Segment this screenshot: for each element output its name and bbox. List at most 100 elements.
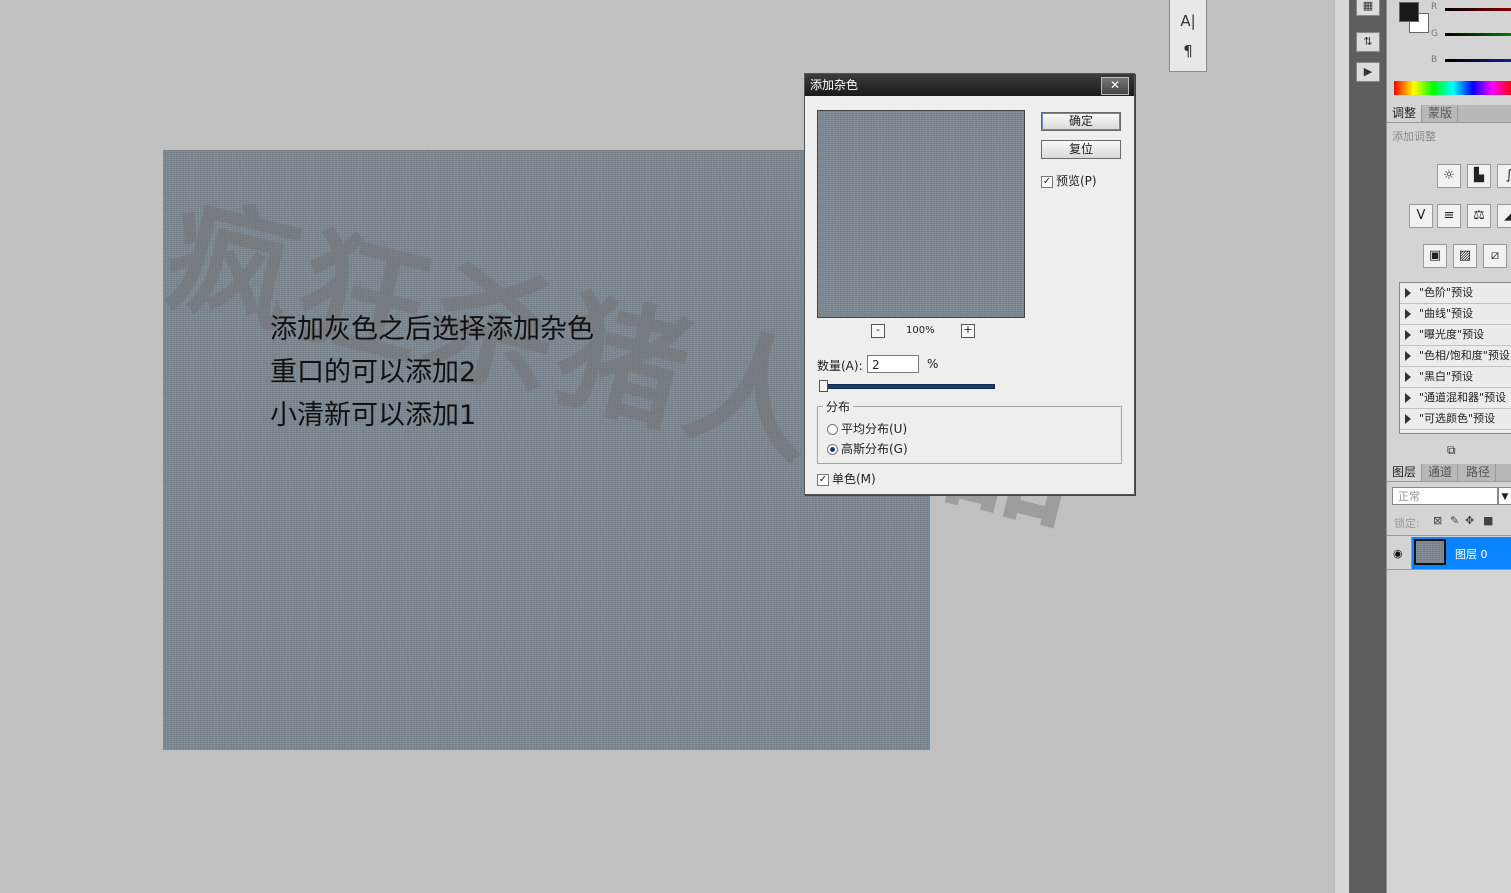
expand-icon — [1405, 414, 1411, 424]
zoom-out-button[interactable]: - — [871, 324, 885, 338]
chevron-down-icon[interactable]: ▼ — [1498, 487, 1511, 505]
channel-r-label: R — [1431, 2, 1438, 12]
amount-unit: % — [927, 357, 939, 371]
divider — [1387, 535, 1511, 536]
vibrance-icon[interactable]: V — [1409, 204, 1433, 228]
layer-row[interactable]: ◉ 图层 0 — [1387, 537, 1511, 569]
histogram-icon[interactable]: ▦ — [1356, 0, 1380, 16]
tab-paths[interactable]: 路径 — [1461, 464, 1497, 481]
expand-view-icon[interactable]: ⧉ — [1447, 443, 1456, 458]
preview-checkbox[interactable]: ✓ — [1041, 175, 1053, 188]
brightness-icon[interactable]: ☼ — [1437, 164, 1461, 188]
ok-button[interactable]: 确定 — [1041, 112, 1121, 131]
channel-r-slider[interactable] — [1445, 8, 1511, 11]
color-spectrum-bar[interactable] — [1394, 81, 1511, 95]
amount-slider-thumb[interactable] — [819, 380, 828, 392]
expand-icon — [1405, 309, 1411, 319]
levels-icon[interactable]: ▙ — [1467, 164, 1491, 188]
invert-icon[interactable]: ⧄ — [1483, 244, 1507, 268]
dialog-title: 添加杂色 — [810, 78, 859, 92]
foreground-color-swatch-top — [1399, 2, 1419, 22]
blend-mode-select[interactable]: 正常 — [1392, 487, 1498, 505]
preset-label: "色阶"预设 — [1419, 286, 1474, 299]
right-panel-dock: R G B 调整 蒙版 添加调整 ☼ ▙ ∫ V ≡ ⚖ ◢ ▣ ▨ ⧄ "色阶… — [1386, 0, 1511, 893]
character-icon[interactable]: A| — [1170, 12, 1206, 30]
expand-icon — [1405, 393, 1411, 403]
note-line-3: 小清新可以添加1 — [270, 400, 477, 431]
uniform-label: 平均分布(U) — [841, 422, 908, 436]
preview-checkbox-row[interactable]: ✓ 预览(P) — [1041, 172, 1097, 189]
channel-b-slider[interactable] — [1445, 59, 1511, 62]
tab-adjustments[interactable]: 调整 — [1387, 105, 1423, 122]
eye-icon[interactable]: ◉ — [1393, 547, 1403, 560]
note-line-2: 重口的可以添加2 — [270, 357, 477, 388]
preview-area[interactable] — [817, 110, 1025, 318]
layer-name[interactable]: 图层 0 — [1455, 546, 1488, 562]
expand-icon — [1405, 288, 1411, 298]
amount-label: 数量(A): — [817, 359, 863, 373]
hue-icon[interactable]: ≡ — [1437, 204, 1461, 228]
preset-selective-color[interactable]: "可选颜色"预设 — [1400, 409, 1511, 430]
character-palette: A| ¶ — [1169, 0, 1207, 72]
amount-slider[interactable] — [821, 384, 995, 389]
preview-label: 预览(P) — [1056, 174, 1097, 188]
lock-position-icon[interactable]: ✥ — [1465, 514, 1474, 527]
channel-mixer-icon[interactable]: ▨ — [1453, 244, 1477, 268]
uniform-option[interactable]: 平均分布(U) — [827, 420, 907, 437]
preset-channel-mixer[interactable]: "通道混和器"预设 — [1400, 388, 1511, 409]
channel-b-label: B — [1431, 55, 1438, 65]
preset-label: "色相/饱和度"预设 — [1419, 349, 1510, 362]
canvas-text: 添加灰色之后选择添加杂色 重口的可以添加2 小清新可以添加1 — [270, 308, 594, 437]
preset-label: "曝光度"预设 — [1419, 328, 1485, 341]
history-icon[interactable]: ⇅ — [1356, 32, 1380, 52]
dialog-title-bar[interactable]: 添加杂色 ✕ — [805, 74, 1134, 96]
preset-curves[interactable]: "曲线"预设 — [1400, 304, 1511, 325]
gaussian-label: 高斯分布(G) — [841, 442, 908, 456]
curves-icon[interactable]: ∫ — [1497, 164, 1511, 188]
uniform-radio[interactable] — [827, 424, 838, 435]
add-noise-dialog: 添加杂色 ✕ - 100% + 确定 复位 ✓ 预览(P) 数量(A): 2 % … — [804, 73, 1135, 495]
tab-masks[interactable]: 蒙版 — [1423, 105, 1459, 122]
amount-input[interactable]: 2 — [867, 355, 919, 373]
preset-label: "黑白"预设 — [1419, 370, 1474, 383]
zoom-in-button[interactable]: + — [961, 324, 975, 338]
divider — [1387, 569, 1511, 570]
channel-g-slider[interactable] — [1445, 33, 1511, 36]
preset-exposure[interactable]: "曝光度"预设 — [1400, 325, 1511, 346]
expand-icon — [1405, 351, 1411, 361]
collapsed-panel-strip: ▦ ⇅ ▶ — [1349, 0, 1386, 893]
actions-icon[interactable]: ▶ — [1356, 62, 1380, 82]
paragraph-icon[interactable]: ¶ — [1170, 42, 1206, 60]
tab-layers[interactable]: 图层 — [1387, 464, 1423, 481]
mono-option[interactable]: ✓ 单色(M) — [817, 470, 876, 487]
layer-thumbnail[interactable] — [1414, 539, 1446, 565]
dock-gutter — [1334, 0, 1350, 893]
tab-channels[interactable]: 通道 — [1423, 464, 1459, 481]
note-line-1: 添加灰色之后选择添加杂色 — [270, 314, 594, 345]
gaussian-radio[interactable] — [827, 444, 838, 455]
lock-pixels-icon[interactable]: ✎ — [1450, 514, 1459, 527]
gaussian-option[interactable]: 高斯分布(G) — [827, 440, 908, 457]
photo-filter-icon[interactable]: ▣ — [1423, 244, 1447, 268]
channel-g-label: G — [1431, 29, 1438, 39]
preset-black-white[interactable]: "黑白"预设 — [1400, 367, 1511, 388]
preset-label: "曲线"预设 — [1419, 307, 1474, 320]
close-button[interactable]: ✕ — [1101, 77, 1129, 95]
mono-label: 单色(M) — [832, 472, 876, 486]
adjustments-tabbar: 调整 蒙版 — [1387, 105, 1511, 123]
lock-label: 锁定: — [1394, 517, 1420, 530]
lock-transparency-icon[interactable]: ⊠ — [1433, 514, 1442, 527]
preset-label: "通道混和器"预设 — [1419, 391, 1507, 404]
mono-checkbox[interactable]: ✓ — [817, 473, 829, 486]
preset-label: "可选颜色"预设 — [1419, 412, 1496, 425]
exposure-icon[interactable]: ◢ — [1497, 204, 1511, 228]
distribution-label: 分布 — [823, 398, 854, 415]
zoom-level: 100% — [906, 325, 935, 336]
expand-icon — [1405, 330, 1411, 340]
preset-levels[interactable]: "色阶"预设 — [1400, 283, 1511, 304]
reset-button[interactable]: 复位 — [1041, 140, 1121, 159]
lock-all-icon[interactable]: ■ — [1483, 514, 1493, 527]
balance-icon[interactable]: ⚖ — [1467, 204, 1491, 228]
expand-icon — [1405, 372, 1411, 382]
preset-hue-saturation[interactable]: "色相/饱和度"预设 — [1400, 346, 1511, 367]
